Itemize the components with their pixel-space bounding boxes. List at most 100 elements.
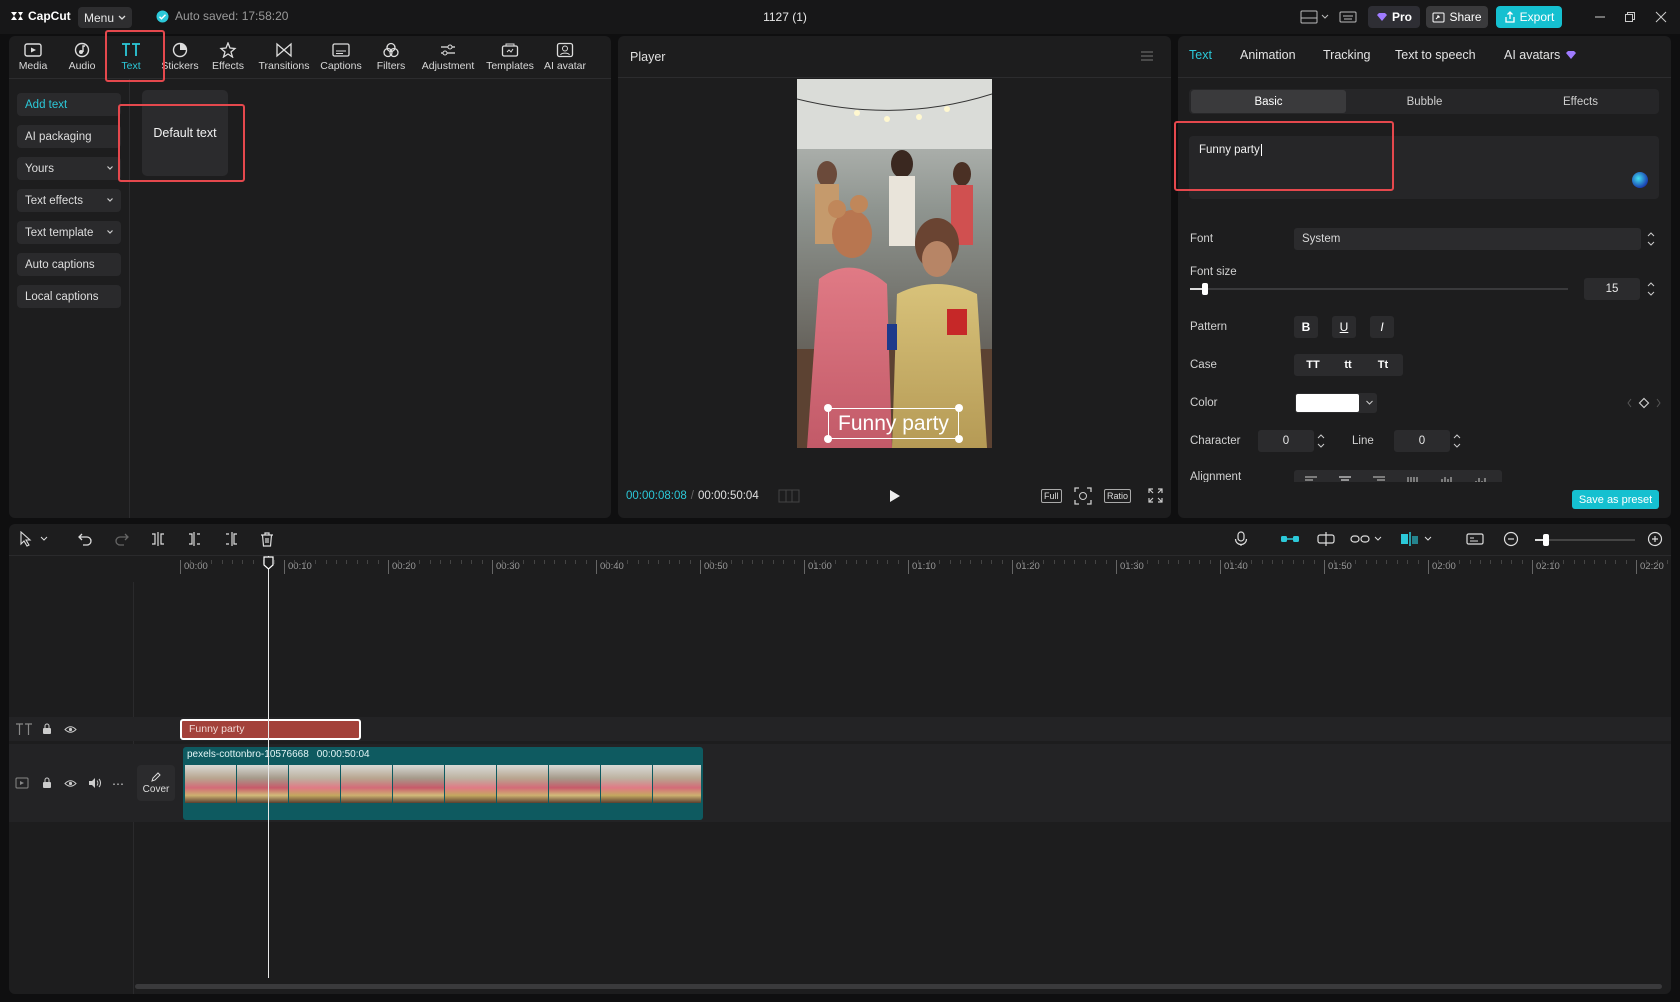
player-menu-icon[interactable] bbox=[1140, 50, 1154, 62]
linkage-button[interactable] bbox=[1350, 531, 1384, 547]
sidebar-item-add-text[interactable]: Add text bbox=[17, 93, 121, 116]
screenshot-icon[interactable] bbox=[1074, 487, 1092, 505]
font-select-arrows[interactable] bbox=[1646, 230, 1656, 248]
preview-axis-button[interactable] bbox=[1400, 531, 1434, 547]
resize-handle[interactable] bbox=[824, 435, 832, 443]
redo-button[interactable] bbox=[114, 531, 130, 547]
sidebar-item-auto-captions[interactable]: Auto captions bbox=[17, 253, 121, 276]
timeline-scrollbar[interactable] bbox=[135, 984, 1662, 989]
playhead[interactable] bbox=[268, 556, 269, 978]
color-picker[interactable] bbox=[1295, 393, 1377, 413]
zoom-slider-thumb[interactable] bbox=[1543, 534, 1549, 546]
minimize-icon[interactable] bbox=[1594, 11, 1606, 23]
tab-text[interactable]: Text bbox=[1189, 48, 1212, 62]
zoom-out-button[interactable] bbox=[1503, 531, 1519, 547]
line-stepper[interactable] bbox=[1452, 432, 1462, 450]
font-size-slider[interactable] bbox=[1190, 283, 1568, 295]
eye-icon[interactable] bbox=[64, 725, 77, 734]
main-track-magnet-button[interactable] bbox=[1280, 531, 1300, 547]
tool-text[interactable]: Text bbox=[106, 42, 156, 78]
sidebar-item-text-effects[interactable]: Text effects bbox=[17, 189, 121, 212]
tool-transitions[interactable]: Transitions bbox=[259, 42, 309, 78]
layout-icon[interactable] bbox=[1300, 10, 1334, 24]
tool-media[interactable]: Media bbox=[8, 42, 58, 78]
tool-filters[interactable]: Filters bbox=[366, 42, 416, 78]
select-tool[interactable] bbox=[19, 531, 49, 547]
lowercase-button[interactable]: tt bbox=[1331, 354, 1365, 376]
delete-button[interactable] bbox=[259, 531, 275, 547]
underline-button[interactable]: U bbox=[1332, 316, 1356, 338]
text-input[interactable]: Funny party bbox=[1189, 136, 1659, 199]
cover-button[interactable]: Cover bbox=[137, 765, 175, 801]
font-select[interactable]: System bbox=[1294, 228, 1641, 250]
font-size-input[interactable]: 15 bbox=[1584, 278, 1640, 300]
tool-templates[interactable]: Templates bbox=[485, 42, 535, 78]
keyframe-icon[interactable] bbox=[1627, 397, 1661, 409]
sidebar-item-text-template[interactable]: Text template bbox=[17, 221, 121, 244]
sidebar-item-local-captions[interactable]: Local captions bbox=[17, 285, 121, 308]
tab-tracking[interactable]: Tracking bbox=[1323, 48, 1370, 62]
video-clip[interactable]: pexels-cottonbro-10576668 00:00:50:04 bbox=[183, 747, 703, 820]
font-size-slider-thumb[interactable] bbox=[1202, 283, 1209, 295]
align-right-icon[interactable] bbox=[1372, 476, 1386, 482]
tab-ai-avatars[interactable]: AI avatars bbox=[1504, 48, 1577, 62]
record-voice-button[interactable] bbox=[1234, 531, 1248, 547]
tool-effects[interactable]: Effects bbox=[203, 42, 253, 78]
line-spacing-input[interactable]: 0 bbox=[1394, 430, 1450, 452]
tool-adjustment[interactable]: Adjustment bbox=[422, 42, 474, 78]
subtab-basic[interactable]: Basic bbox=[1191, 90, 1346, 113]
save-as-preset-button[interactable]: Save as preset bbox=[1572, 490, 1659, 509]
sidebar-item-ai-packaging[interactable]: AI packaging bbox=[17, 125, 121, 148]
resize-handle[interactable] bbox=[824, 404, 832, 412]
undo-button[interactable] bbox=[77, 531, 93, 547]
sidebar-item-yours[interactable]: Yours bbox=[17, 157, 121, 180]
uppercase-button[interactable]: TT bbox=[1296, 354, 1330, 376]
align-center-icon[interactable] bbox=[1338, 476, 1352, 482]
split-right-button[interactable] bbox=[223, 531, 239, 547]
character-spacing-input[interactable]: 0 bbox=[1258, 430, 1314, 452]
more-icon[interactable]: ⋯ bbox=[112, 777, 124, 791]
ratio-button[interactable]: Ratio bbox=[1104, 489, 1132, 503]
tab-animation[interactable]: Animation bbox=[1240, 48, 1296, 62]
tool-stickers[interactable]: Stickers bbox=[155, 42, 205, 78]
fullscreen-icon[interactable] bbox=[1148, 488, 1163, 503]
ai-write-icon[interactable] bbox=[1632, 172, 1648, 188]
split-button[interactable] bbox=[150, 531, 166, 547]
zoom-slider[interactable] bbox=[1535, 534, 1635, 546]
default-text-card[interactable]: Default text bbox=[142, 90, 228, 176]
video-preview[interactable]: Funny party bbox=[797, 79, 992, 448]
export-button[interactable]: Export bbox=[1496, 6, 1562, 28]
volume-icon[interactable] bbox=[88, 777, 102, 789]
split-left-button[interactable] bbox=[187, 531, 203, 547]
align-top-icon[interactable] bbox=[1406, 476, 1420, 482]
text-clip[interactable]: Funny party bbox=[180, 719, 361, 740]
tool-audio[interactable]: Audio bbox=[57, 42, 107, 78]
titlecase-button[interactable]: Tt bbox=[1366, 354, 1400, 376]
full-button[interactable]: Full bbox=[1041, 489, 1062, 503]
tool-captions[interactable]: Captions bbox=[316, 42, 366, 78]
subtab-bubble[interactable]: Bubble bbox=[1347, 90, 1502, 113]
align-middle-icon[interactable] bbox=[1440, 476, 1454, 482]
pro-button[interactable]: Pro bbox=[1368, 6, 1420, 28]
resize-handle[interactable] bbox=[955, 404, 963, 412]
play-button[interactable] bbox=[889, 489, 901, 503]
bold-button[interactable]: B bbox=[1294, 316, 1318, 338]
close-icon[interactable] bbox=[1655, 11, 1667, 23]
caption-track-button[interactable] bbox=[1466, 531, 1484, 547]
restore-icon[interactable] bbox=[1624, 11, 1636, 23]
time-ruler[interactable]: 00:00 00:10 00:20 00:30 00:40 00:50 01:00 01:10… bbox=[180, 556, 1670, 578]
resize-handle[interactable] bbox=[955, 435, 963, 443]
share-button[interactable]: Share bbox=[1426, 6, 1488, 28]
auto-snap-button[interactable] bbox=[1316, 531, 1336, 547]
character-stepper[interactable] bbox=[1316, 432, 1326, 450]
playhead-handle[interactable] bbox=[263, 556, 274, 570]
tool-ai-avatar[interactable]: AI avatar bbox=[540, 42, 590, 78]
grid-view-icon[interactable] bbox=[778, 489, 800, 503]
tab-text-to-speech[interactable]: Text to speech bbox=[1395, 48, 1476, 62]
eye-icon[interactable] bbox=[64, 779, 77, 788]
keyboard-icon[interactable] bbox=[1339, 10, 1357, 24]
text-overlay-box[interactable]: Funny party bbox=[828, 408, 959, 439]
font-size-stepper[interactable] bbox=[1646, 280, 1656, 298]
subtab-effects[interactable]: Effects bbox=[1503, 90, 1658, 113]
align-bottom-icon[interactable] bbox=[1474, 476, 1488, 482]
